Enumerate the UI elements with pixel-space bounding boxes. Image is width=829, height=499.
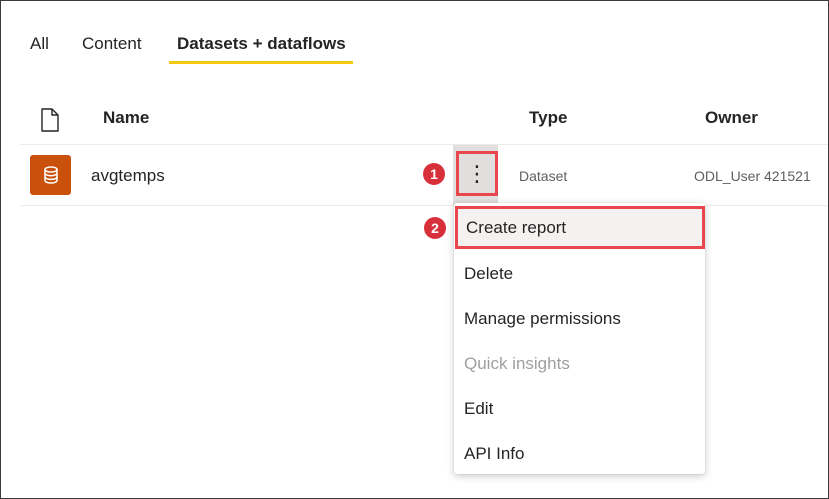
column-header-name[interactable]: Name — [103, 108, 149, 128]
menu-item-edit[interactable]: Edit — [454, 386, 705, 431]
menu-item-delete[interactable]: Delete — [454, 251, 705, 296]
dataset-icon — [30, 155, 71, 195]
menu-item-create-report[interactable]: Create report — [455, 206, 705, 249]
header-divider — [20, 144, 828, 145]
more-vertical-icon: ⋮ — [466, 160, 488, 186]
tab-all[interactable]: All — [30, 34, 49, 54]
dataset-owner: ODL_User 421521 — [694, 168, 811, 184]
dataset-type: Dataset — [519, 168, 568, 184]
callout-badge-1: 1 — [423, 163, 445, 185]
menu-item-api-info[interactable]: API Info — [454, 431, 705, 476]
active-tab-underline — [169, 61, 353, 64]
column-header-type[interactable]: Type — [529, 108, 567, 128]
tab-content[interactable]: Content — [82, 34, 142, 54]
menu-item-quick-insights: Quick insights — [464, 353, 570, 373]
column-header-owner[interactable]: Owner — [705, 108, 758, 128]
more-options-button[interactable]: ⋮ — [456, 151, 498, 196]
database-icon — [43, 166, 58, 184]
dataset-name-link[interactable]: avgtemps — [91, 166, 165, 186]
menu-item-manage-permissions[interactable]: Manage permissions — [454, 296, 705, 341]
context-menu: Create report Delete Manage permissions … — [454, 203, 705, 474]
tab-datasets-dataflows[interactable]: Datasets + dataflows — [177, 34, 346, 54]
callout-badge-2: 2 — [424, 217, 446, 239]
row-divider — [20, 205, 828, 206]
file-type-icon — [41, 108, 59, 132]
